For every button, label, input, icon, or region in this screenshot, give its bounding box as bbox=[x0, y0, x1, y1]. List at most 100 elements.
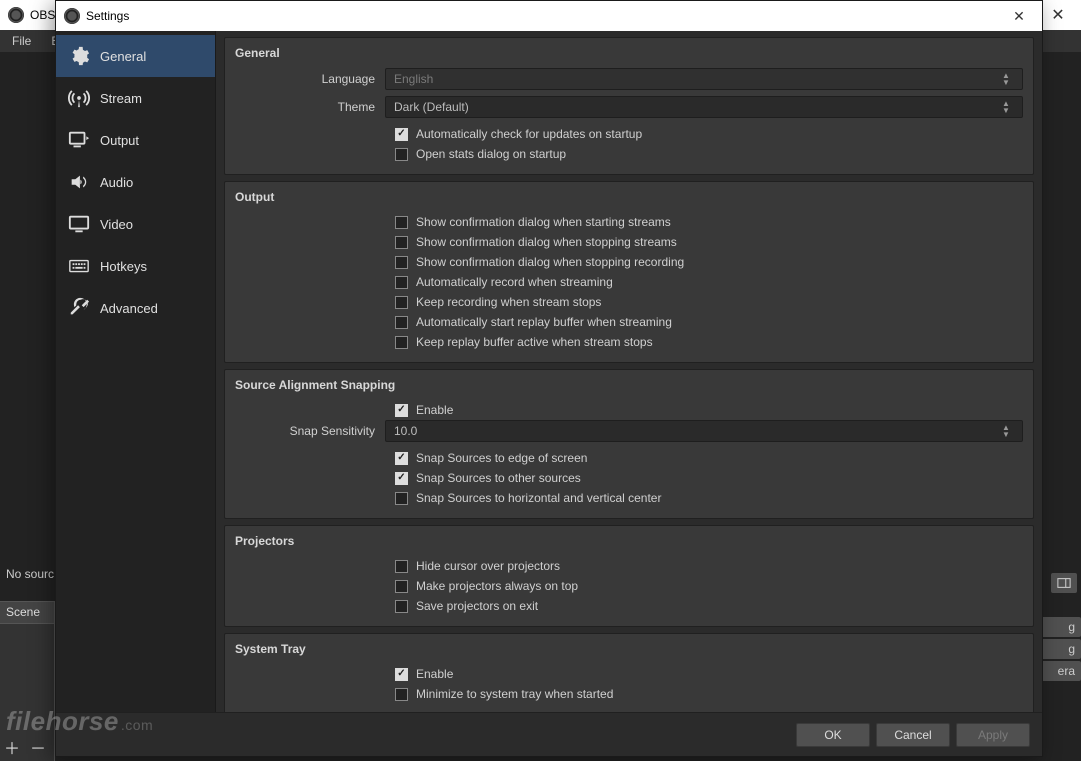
sidebar-item-advanced[interactable]: Advanced bbox=[56, 287, 215, 329]
checkbox-label: Save projectors on exit bbox=[416, 599, 538, 613]
checkbox-icon bbox=[395, 492, 408, 505]
section-systray: System Tray Enable Minimize to system tr… bbox=[224, 633, 1034, 712]
checkbox-label: Show confirmation dialog when stopping s… bbox=[416, 235, 677, 249]
checkbox-snap-enable[interactable]: Enable bbox=[235, 400, 1023, 420]
checkbox-icon bbox=[395, 560, 408, 573]
checkbox-icon bbox=[395, 452, 408, 465]
dock-toggle-button[interactable] bbox=[1051, 573, 1077, 593]
keyboard-icon bbox=[68, 255, 90, 277]
parent-title: OBS bbox=[30, 8, 55, 22]
checkbox-label: Show confirmation dialog when stopping r… bbox=[416, 255, 684, 269]
checkbox-label: Snap Sources to edge of screen bbox=[416, 451, 587, 465]
checkbox-label: Automatically start replay buffer when s… bbox=[416, 315, 672, 329]
settings-dialog: Settings ✕ General Stream bbox=[55, 0, 1043, 757]
tools-icon bbox=[68, 297, 90, 319]
section-title-snapping: Source Alignment Snapping bbox=[235, 378, 1023, 392]
ok-button[interactable]: OK bbox=[796, 723, 870, 747]
language-value: English bbox=[394, 72, 433, 86]
theme-select[interactable]: Dark (Default) ▲▼ bbox=[385, 96, 1023, 118]
section-title-projectors: Projectors bbox=[235, 534, 1023, 548]
settings-close-button[interactable]: ✕ bbox=[996, 1, 1042, 31]
updown-icon: ▲▼ bbox=[998, 73, 1014, 86]
sidebar-item-audio[interactable]: Audio bbox=[56, 161, 215, 203]
checkbox-label: Snap Sources to other sources bbox=[416, 471, 581, 485]
checkbox-snap-other[interactable]: Snap Sources to other sources bbox=[235, 468, 1023, 488]
add-scene-icon[interactable]: ＋ bbox=[4, 735, 20, 759]
checkbox-snap-edge[interactable]: Snap Sources to edge of screen bbox=[235, 448, 1023, 468]
checkbox-label: Enable bbox=[416, 667, 453, 681]
checkbox-output-2[interactable]: Show confirmation dialog when stopping r… bbox=[235, 252, 1023, 272]
speaker-icon bbox=[68, 171, 90, 193]
checkbox-icon bbox=[395, 216, 408, 229]
checkbox-label: Minimize to system tray when started bbox=[416, 687, 613, 701]
checkbox-label: Keep recording when stream stops bbox=[416, 295, 601, 309]
section-title-general: General bbox=[235, 46, 1023, 60]
menu-file[interactable]: File bbox=[4, 32, 39, 50]
cancel-button[interactable]: Cancel bbox=[876, 723, 950, 747]
updown-icon: ▲▼ bbox=[998, 425, 1014, 438]
checkbox-tray-minimize[interactable]: Minimize to system tray when started bbox=[235, 684, 1023, 704]
checkbox-output-5[interactable]: Automatically start replay buffer when s… bbox=[235, 312, 1023, 332]
checkbox-auto-update[interactable]: Automatically check for updates on start… bbox=[235, 124, 1023, 144]
checkbox-label: Keep replay buffer active when stream st… bbox=[416, 335, 653, 349]
section-snapping: Source Alignment Snapping Enable Snap Se… bbox=[224, 369, 1034, 519]
sidebar-item-hotkeys[interactable]: Hotkeys bbox=[56, 245, 215, 287]
checkbox-icon bbox=[395, 148, 408, 161]
sidebar-item-general[interactable]: General bbox=[56, 35, 215, 77]
sidebar-item-video[interactable]: Video bbox=[56, 203, 215, 245]
no-sources-text: No sourc bbox=[6, 567, 54, 581]
checkbox-open-stats[interactable]: Open stats dialog on startup bbox=[235, 144, 1023, 164]
antenna-icon bbox=[68, 87, 90, 109]
checkbox-label: Automatically record when streaming bbox=[416, 275, 613, 289]
checkbox-output-3[interactable]: Automatically record when streaming bbox=[235, 272, 1023, 292]
checkbox-icon bbox=[395, 296, 408, 309]
sidebar-item-label: Stream bbox=[100, 91, 142, 106]
checkbox-icon bbox=[395, 668, 408, 681]
checkbox-icon bbox=[395, 580, 408, 593]
sidebar-item-label: Output bbox=[100, 133, 139, 148]
checkbox-output-6[interactable]: Keep replay buffer active when stream st… bbox=[235, 332, 1023, 352]
sidebar-item-label: Advanced bbox=[100, 301, 158, 316]
checkbox-icon bbox=[395, 256, 408, 269]
label-language: Language bbox=[235, 72, 385, 86]
checkbox-label: Enable bbox=[416, 403, 453, 417]
checkbox-icon bbox=[395, 688, 408, 701]
checkbox-tray-enable[interactable]: Enable bbox=[235, 664, 1023, 684]
language-select[interactable]: English ▲▼ bbox=[385, 68, 1023, 90]
sidebar-item-stream[interactable]: Stream bbox=[56, 77, 215, 119]
checkbox-projector-2[interactable]: Save projectors on exit bbox=[235, 596, 1023, 616]
checkbox-label: Hide cursor over projectors bbox=[416, 559, 560, 573]
checkbox-icon bbox=[395, 128, 408, 141]
remove-scene-icon[interactable]: － bbox=[30, 735, 46, 759]
checkbox-label: Automatically check for updates on start… bbox=[416, 127, 642, 141]
settings-sidebar: General Stream Output Audio bbox=[56, 31, 216, 712]
checkbox-icon bbox=[395, 404, 408, 417]
section-projectors: Projectors Hide cursor over projectors Ma… bbox=[224, 525, 1034, 627]
label-snap-sensitivity: Snap Sensitivity bbox=[235, 424, 385, 438]
monitor-icon bbox=[68, 213, 90, 235]
scene-panel: Scene ＋ － bbox=[0, 601, 55, 761]
obs-dialog-icon bbox=[64, 8, 80, 24]
settings-titlebar: Settings ✕ bbox=[56, 1, 1042, 31]
output-icon bbox=[68, 129, 90, 151]
snap-sensitivity-input[interactable]: 10.0 ▲▼ bbox=[385, 420, 1023, 442]
sidebar-item-label: Hotkeys bbox=[100, 259, 147, 274]
checkbox-snap-center[interactable]: Snap Sources to horizontal and vertical … bbox=[235, 488, 1023, 508]
section-general: General Language English ▲▼ Theme Dar bbox=[224, 37, 1034, 175]
checkbox-label: Show confirmation dialog when starting s… bbox=[416, 215, 671, 229]
checkbox-icon bbox=[395, 316, 408, 329]
settings-footer: OK Cancel Apply bbox=[56, 712, 1042, 756]
section-title-output: Output bbox=[235, 190, 1023, 204]
sidebar-item-output[interactable]: Output bbox=[56, 119, 215, 161]
checkbox-output-4[interactable]: Keep recording when stream stops bbox=[235, 292, 1023, 312]
snap-sensitivity-value: 10.0 bbox=[394, 424, 417, 438]
checkbox-label: Make projectors always on top bbox=[416, 579, 578, 593]
scene-add-controls[interactable]: ＋ － bbox=[4, 735, 46, 759]
checkbox-projector-0[interactable]: Hide cursor over projectors bbox=[235, 556, 1023, 576]
apply-button[interactable]: Apply bbox=[956, 723, 1030, 747]
settings-content[interactable]: General Language English ▲▼ Theme Dar bbox=[216, 31, 1042, 712]
checkbox-output-1[interactable]: Show confirmation dialog when stopping s… bbox=[235, 232, 1023, 252]
checkbox-output-0[interactable]: Show confirmation dialog when starting s… bbox=[235, 212, 1023, 232]
checkbox-icon bbox=[395, 336, 408, 349]
checkbox-projector-1[interactable]: Make projectors always on top bbox=[235, 576, 1023, 596]
